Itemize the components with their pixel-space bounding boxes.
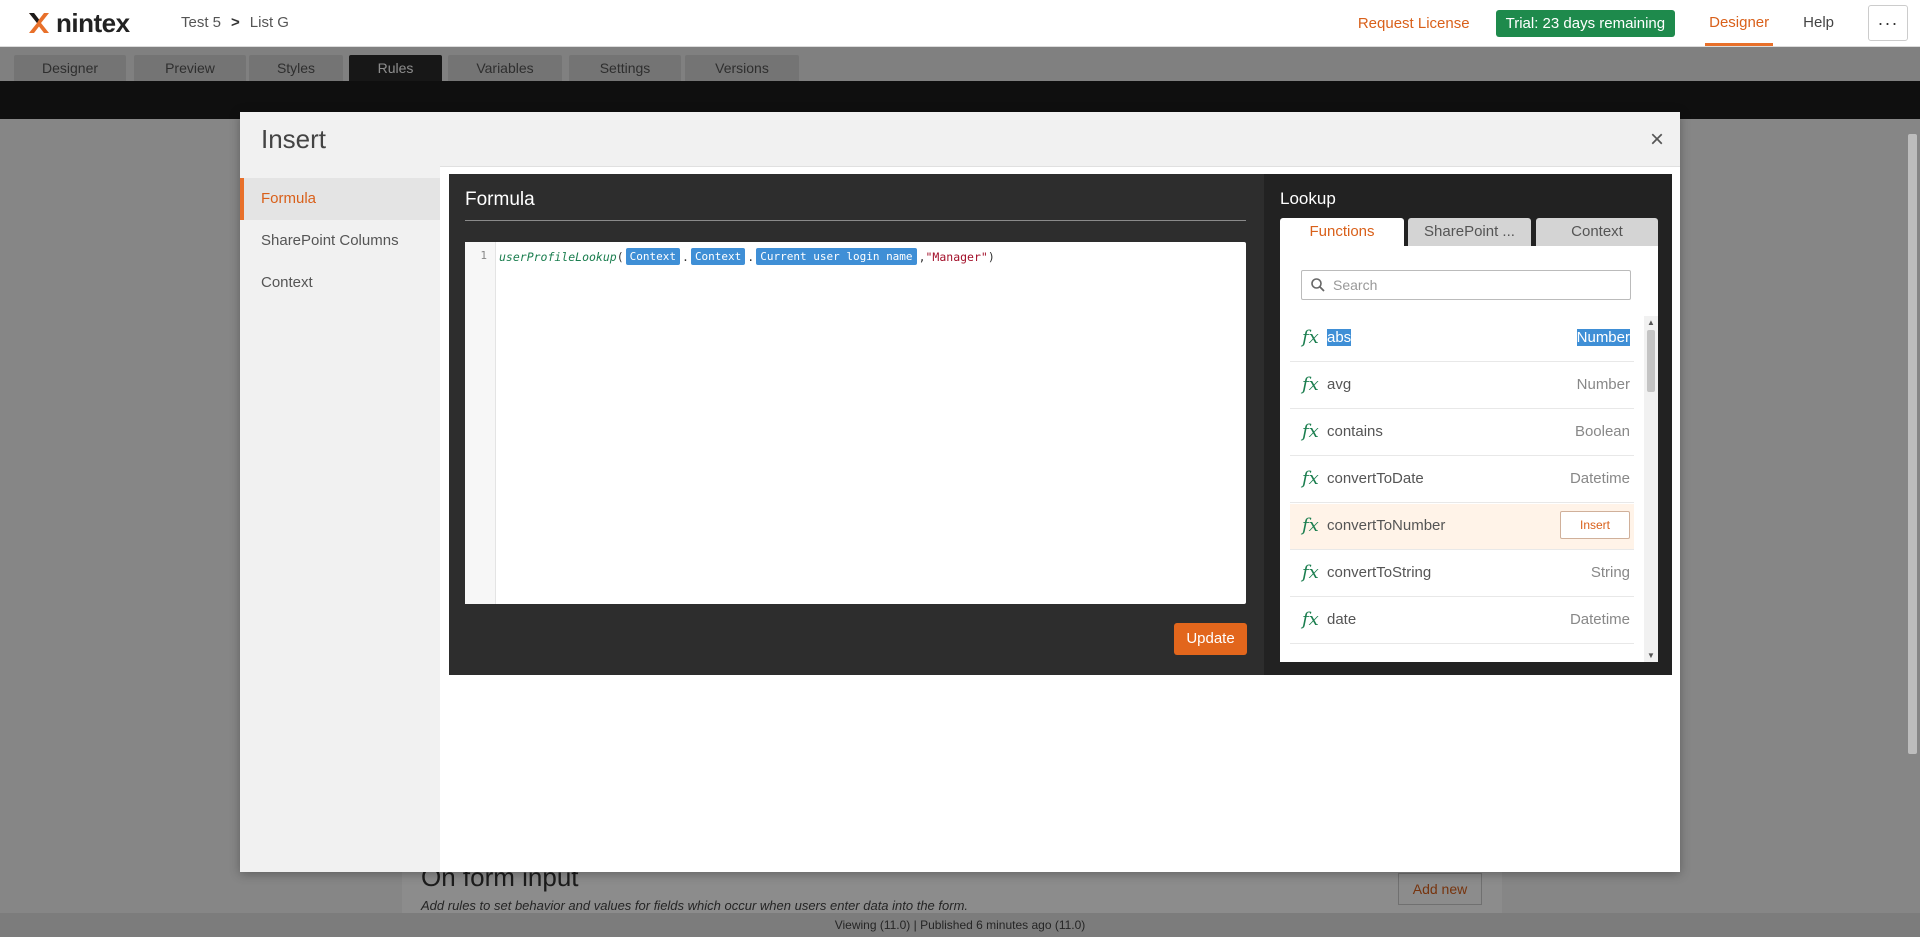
function-row-abs[interactable]: fx abs Number — [1290, 316, 1634, 362]
function-row-contains[interactable]: fx contains Boolean — [1290, 410, 1634, 456]
breadcrumb-item-list[interactable]: List G — [250, 14, 289, 31]
dot-separator: . — [682, 249, 689, 264]
page-scrollbar[interactable] — [1906, 124, 1918, 904]
function-name: convertToDate — [1327, 470, 1424, 487]
nintex-logo[interactable]: nintex — [26, 7, 130, 38]
lookup-title: Lookup — [1280, 189, 1336, 208]
function-name: contains — [1327, 423, 1383, 440]
function-icon: fx — [1302, 374, 1319, 395]
scroll-down-icon[interactable]: ▼ — [1647, 651, 1655, 660]
breadcrumb: Test 5 > List G — [181, 14, 289, 31]
function-name: date — [1327, 611, 1357, 628]
search-placeholder: Search — [1333, 277, 1378, 293]
function-list-scroll-thumb[interactable] — [1647, 330, 1655, 392]
trial-badge[interactable]: Trial: 23 days remaining — [1495, 9, 1676, 37]
function-name: avg — [1327, 376, 1352, 393]
function-icon: fx — [1302, 327, 1319, 348]
top-right-actions: Request License Trial: 23 days remaining… — [1358, 0, 1920, 46]
function-icon: fx — [1302, 421, 1319, 442]
sidebar-item-context[interactable]: Context — [240, 262, 440, 304]
function-list-scrollbar[interactable]: ▲ ▼ — [1644, 316, 1658, 662]
close-icon[interactable]: × — [1650, 126, 1664, 154]
function-icon: fx — [1302, 562, 1319, 583]
dialog-title: Insert — [261, 124, 327, 154]
formula-token-current-user-login[interactable]: Current user login name — [756, 248, 917, 265]
formula-panel: Formula 1 userProfileLookup ( Context . … — [449, 174, 1672, 675]
formula-token-context[interactable]: Context — [625, 248, 680, 265]
lookup-tab-context[interactable]: Context — [1536, 218, 1658, 246]
dot-separator: . — [747, 249, 755, 264]
request-license-link[interactable]: Request License — [1358, 15, 1470, 32]
sidebar-item-formula[interactable]: Formula — [240, 178, 440, 220]
nav-help[interactable]: Help — [1799, 0, 1838, 46]
sidebar-item-sharepoint-columns[interactable]: SharePoint Columns — [240, 220, 440, 262]
nav-designer[interactable]: Designer — [1705, 0, 1774, 46]
formula-title: Formula — [465, 189, 535, 210]
scroll-up-icon[interactable]: ▲ — [1647, 318, 1655, 327]
search-icon — [1311, 278, 1325, 292]
update-button[interactable]: Update — [1174, 623, 1247, 655]
logo-text: nintex — [56, 7, 130, 38]
function-icon: fx — [1302, 468, 1319, 489]
function-type: String — [1590, 564, 1630, 581]
function-row-converttostring[interactable]: fx convertToString String — [1290, 551, 1634, 597]
function-type: Datetime — [1569, 470, 1630, 487]
comma-separator: , — [918, 249, 926, 264]
function-name: abs — [1327, 329, 1352, 346]
function-row-converttonumber[interactable]: fx convertToNumber Insert — [1290, 504, 1634, 550]
formula-editor[interactable]: 1 userProfileLookup ( Context . Context … — [465, 242, 1246, 604]
breadcrumb-item-workspace[interactable]: Test 5 — [181, 14, 221, 31]
ellipsis-icon: ··· — [1877, 12, 1899, 33]
insert-button[interactable]: Insert — [1560, 511, 1630, 539]
lookup-tab-functions[interactable]: Functions — [1280, 218, 1404, 246]
dialog-header: Insert × — [240, 112, 1680, 167]
breadcrumb-separator: > — [231, 14, 240, 31]
function-row-converttodate[interactable]: fx convertToDate Datetime — [1290, 457, 1634, 503]
function-name: convertToNumber — [1327, 517, 1446, 534]
nintex-x-icon — [29, 13, 49, 33]
function-icon: fx — [1302, 515, 1319, 536]
open-paren: ( — [616, 249, 624, 264]
function-icon: fx — [1302, 609, 1319, 630]
function-type: Number — [1576, 376, 1630, 393]
formula-divider — [465, 220, 1246, 221]
page-scrollbar-thumb[interactable] — [1908, 134, 1917, 754]
lookup-body: Search fx abs Number fx avg Number fx co… — [1280, 246, 1658, 662]
editor-gutter: 1 — [465, 242, 496, 604]
dialog-sidebar: Formula SharePoint Columns Context — [240, 166, 440, 872]
formula-string-arg: "Manager" — [925, 249, 988, 264]
insert-dialog: Insert × Formula SharePoint Columns Cont… — [240, 112, 1680, 872]
top-bar: nintex Test 5 > List G Request License T… — [0, 0, 1920, 47]
function-type: Boolean — [1574, 423, 1630, 440]
function-type: Number — [1576, 329, 1630, 346]
function-name: convertToString — [1327, 564, 1432, 581]
formula-token-context-2[interactable]: Context — [690, 248, 746, 265]
function-type: Datetime — [1569, 611, 1630, 628]
lookup-pane: Lookup Functions SharePoint ... Context … — [1264, 174, 1672, 675]
function-search-input[interactable]: Search — [1301, 270, 1631, 300]
lookup-tab-sharepoint[interactable]: SharePoint ... — [1408, 218, 1531, 246]
line-number: 1 — [480, 249, 487, 262]
function-list: fx abs Number fx avg Number fx contains … — [1290, 316, 1634, 662]
more-options-button[interactable]: ··· — [1868, 5, 1908, 41]
function-row-avg[interactable]: fx avg Number — [1290, 363, 1634, 409]
formula-function-name: userProfileLookup — [499, 249, 617, 264]
function-row-date[interactable]: fx date Datetime — [1290, 598, 1634, 644]
close-paren: ) — [987, 249, 995, 264]
formula-code-line[interactable]: userProfileLookup ( Context . Context . … — [499, 248, 995, 265]
